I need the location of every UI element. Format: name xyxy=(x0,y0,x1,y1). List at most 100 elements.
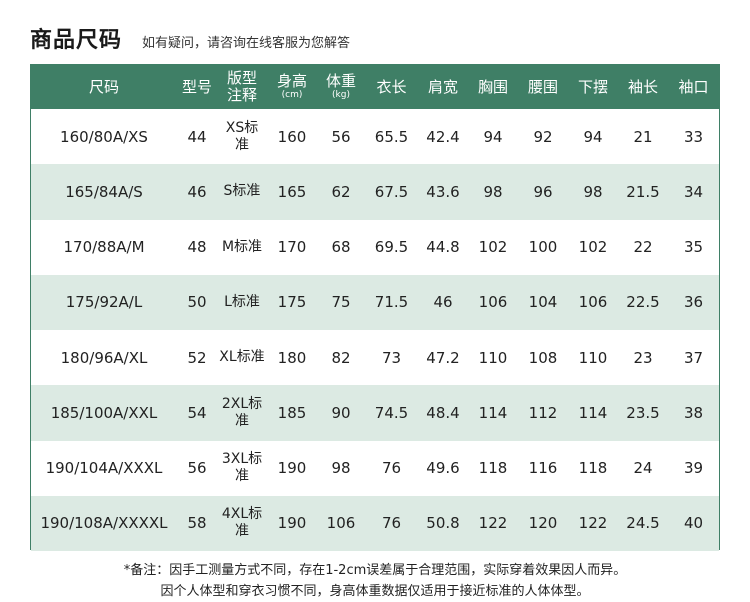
table-cell: 98 xyxy=(331,459,351,478)
table-cell: 48 xyxy=(187,238,207,257)
col-header-weight: 体重 (kg) xyxy=(325,72,356,101)
table-cell: 106 xyxy=(578,293,608,312)
table-cell: 21.5 xyxy=(626,182,660,201)
table-cell: 38 xyxy=(683,403,704,422)
table-cell: 44.8 xyxy=(426,238,460,257)
table-cell: 82 xyxy=(331,348,351,367)
table-cell: 43.6 xyxy=(426,182,460,201)
table-cell: 100 xyxy=(528,238,558,257)
table-cell: 46 xyxy=(187,182,207,201)
table-cell: 34 xyxy=(683,182,704,201)
table-cell: 24.5 xyxy=(626,514,660,533)
col-header-length: 衣长 xyxy=(376,77,407,96)
table-cell: 122 xyxy=(478,514,508,533)
table-row: 170/88A/M 48 M标准 170 68 69.5 44.8 102 10… xyxy=(31,219,719,275)
table-cell: 106 xyxy=(326,514,356,533)
table-cell: 92 xyxy=(533,127,553,146)
table-cell: 190/104A/XXXL xyxy=(45,459,163,478)
table-cell: 36 xyxy=(683,293,704,312)
table-cell: 94 xyxy=(583,127,603,146)
table-cell: 24 xyxy=(633,459,653,478)
table-cell: 62 xyxy=(331,182,351,201)
table-cell: 76 xyxy=(381,459,402,478)
table-cell: 114 xyxy=(478,403,508,422)
table-cell: 67.5 xyxy=(374,182,409,201)
table-cell: 23.5 xyxy=(626,403,660,422)
col-header-hem: 下摆 xyxy=(577,77,608,96)
table-cell: 75 xyxy=(331,293,351,312)
table-header-row: 尺码 型号 版型注释 身高 (cm) 体重 (kg) 衣长 肩宽 胸围 腰围 下摆 … xyxy=(31,65,719,109)
table-cell: 73 xyxy=(381,348,402,367)
table-row: 165/84A/S 46 S标准 165 62 67.5 43.6 98 96 … xyxy=(31,164,719,220)
col-header-waist: 腰围 xyxy=(527,77,558,96)
col-header-height: 身高 (cm) xyxy=(276,72,307,101)
table-cell: S标准 xyxy=(223,183,261,200)
table-cell: 90 xyxy=(331,403,351,422)
table-cell: 4XL标准 xyxy=(221,506,263,540)
table-row: 160/80A/XS 44 XS标准 160 56 65.5 42.4 94 9… xyxy=(31,109,719,165)
table-cell: XS标准 xyxy=(225,119,259,153)
col-header-fit: 版型注释 xyxy=(226,69,257,104)
table-cell: 190 xyxy=(277,514,307,533)
table-cell: 42.4 xyxy=(426,127,460,146)
table-cell: 110 xyxy=(478,348,508,367)
table-cell: 175/92A/L xyxy=(65,293,143,312)
table-cell: 56 xyxy=(331,127,351,146)
table-cell: 65.5 xyxy=(374,127,409,146)
table-cell: 58 xyxy=(187,514,207,533)
table-row: 180/96A/XL 52 XL标准 180 82 73 47.2 110 10… xyxy=(31,330,719,386)
footnote-line-2: 因个人体型和穿衣习惯不同，身高体重数据仅适用于接近标准的人体体型。 xyxy=(160,584,590,599)
table-cell: 110 xyxy=(578,348,608,367)
table-cell: 106 xyxy=(478,293,508,312)
table-cell: 160/80A/XS xyxy=(60,127,148,146)
table-cell: 68 xyxy=(331,238,351,257)
table-cell: 44 xyxy=(187,127,207,146)
table-cell: 165 xyxy=(277,182,307,201)
table-cell: 35 xyxy=(683,238,704,257)
table-cell: M标准 xyxy=(221,238,263,255)
table-cell: 170/88A/M xyxy=(63,238,145,257)
table-cell: 190 xyxy=(277,459,307,478)
table-cell: 3XL标准 xyxy=(221,451,263,485)
table-cell: 112 xyxy=(528,403,558,422)
table-row: 190/108A/XXXXL 58 4XL标准 190 106 76 50.8 … xyxy=(31,495,719,551)
table-cell: 104 xyxy=(528,293,558,312)
table-cell: 96 xyxy=(533,182,553,201)
table-row: 190/104A/XXXL 56 3XL标准 190 98 76 49.6 11… xyxy=(31,440,719,496)
footnote-line-1: *备注：因手工测量方式不同，存在1-2cm误差属于合理范围，实际穿着效果因人而异… xyxy=(123,563,627,578)
table-cell: L标准 xyxy=(224,293,260,310)
table-cell: 102 xyxy=(578,238,608,257)
table-cell: 33 xyxy=(683,127,704,146)
table-cell: 190/108A/XXXXL xyxy=(40,514,168,533)
table-cell: 49.6 xyxy=(426,459,460,478)
table-cell: 98 xyxy=(483,182,503,201)
table-cell: 170 xyxy=(277,238,307,257)
table-cell: 180 xyxy=(277,348,307,367)
table-cell: 185/100A/XXL xyxy=(50,403,158,422)
page-title: 商品尺码 xyxy=(30,28,123,53)
table-cell: 52 xyxy=(187,348,207,367)
table-cell: 21 xyxy=(633,127,653,146)
col-header-model: 型号 xyxy=(181,77,212,96)
table-cell: 74.5 xyxy=(374,403,409,422)
table-cell: XL标准 xyxy=(219,349,265,366)
table-cell: 116 xyxy=(528,459,558,478)
table-cell: 39 xyxy=(683,459,704,478)
table-cell: 56 xyxy=(187,459,207,478)
table-row: 185/100A/XXL 54 2XL标准 185 90 74.5 48.4 1… xyxy=(31,385,719,441)
col-header-shoulder: 肩宽 xyxy=(427,77,458,96)
table-cell: 71.5 xyxy=(374,293,409,312)
size-table: 尺码 型号 版型注释 身高 (cm) 体重 (kg) 衣长 肩宽 胸围 腰围 下摆 … xyxy=(30,64,720,551)
table-cell: 23 xyxy=(633,348,653,367)
table-cell: 2XL标准 xyxy=(221,395,263,429)
col-header-cuff: 袖口 xyxy=(678,77,709,96)
table-cell: 122 xyxy=(578,514,608,533)
table-cell: 50.8 xyxy=(426,514,460,533)
table-cell: 180/96A/XL xyxy=(60,348,148,367)
table-cell: 69.5 xyxy=(374,238,409,257)
table-cell: 102 xyxy=(478,238,508,257)
table-cell: 22.5 xyxy=(626,293,660,312)
table-cell: 118 xyxy=(578,459,608,478)
table-cell: 76 xyxy=(381,514,402,533)
table-cell: 108 xyxy=(528,348,558,367)
